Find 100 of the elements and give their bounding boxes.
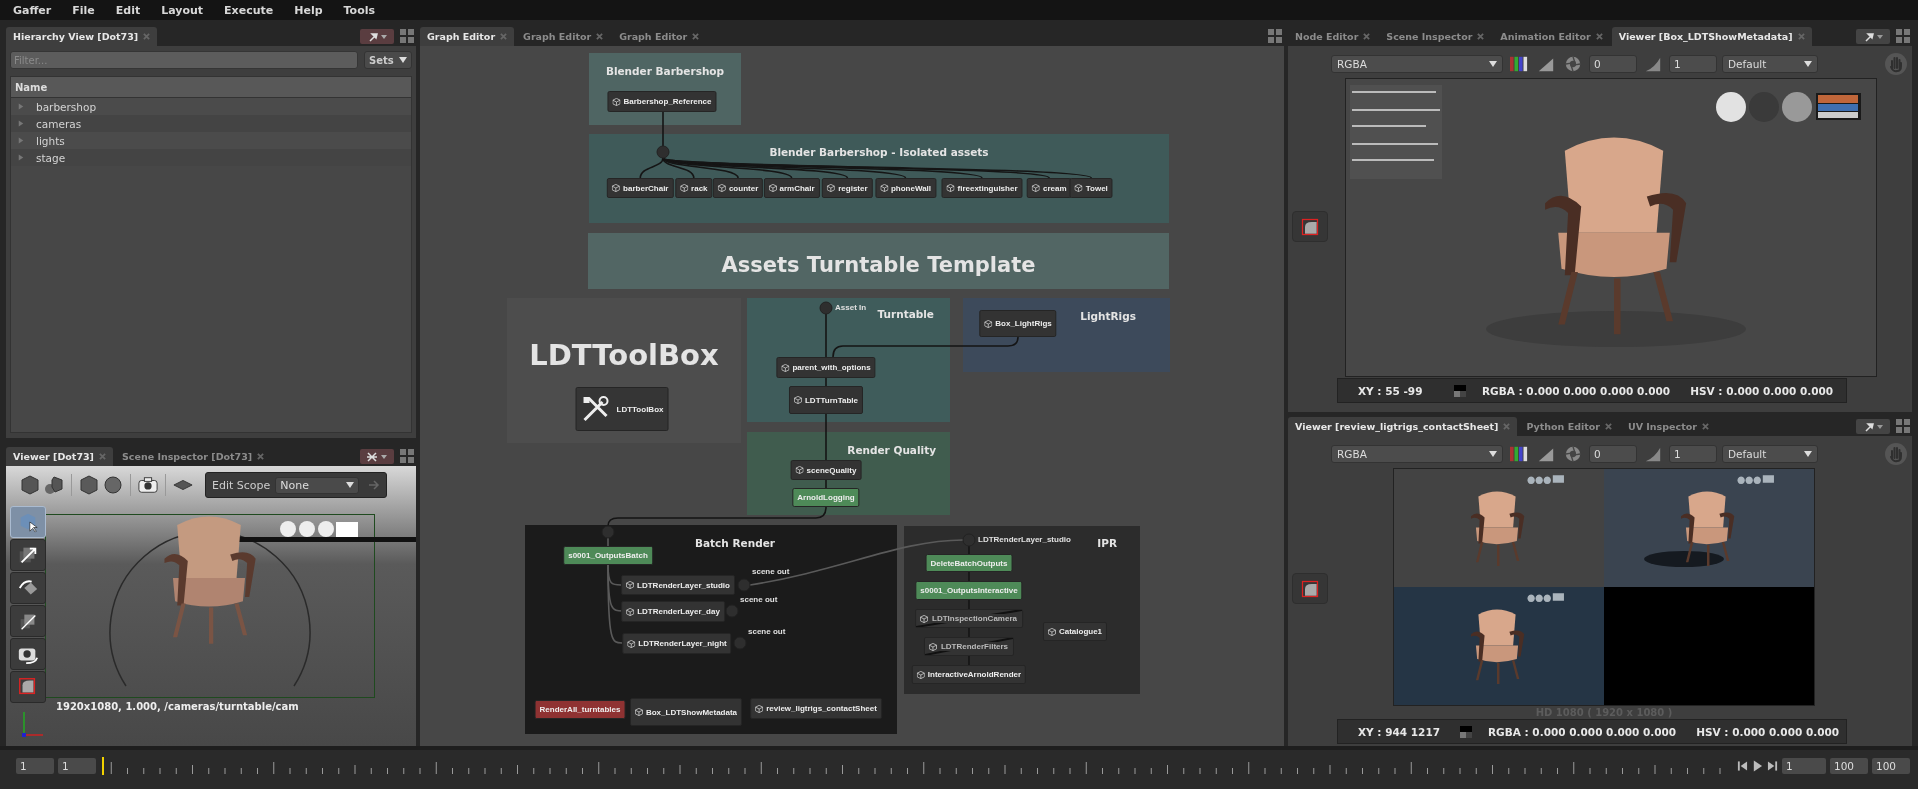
dot-node[interactable]: [819, 301, 833, 315]
tab[interactable]: UV Inspector: [1620, 417, 1716, 436]
close-icon[interactable]: [1477, 33, 1485, 40]
graph-node[interactable]: RenderAll_turntables: [534, 700, 626, 719]
close-icon[interactable]: [1701, 423, 1709, 430]
tab[interactable]: Viewer [review_ligtrigs_contactSheet]: [1288, 417, 1518, 436]
arrow-icon[interactable]: [368, 480, 381, 490]
tab[interactable]: Graph Editor: [612, 27, 707, 46]
cube-icon[interactable]: [20, 475, 40, 495]
graph-node[interactable]: LDTRenderLayer_day: [621, 601, 725, 622]
layout-icon[interactable]: [400, 449, 414, 463]
tab[interactable]: Animation Editor: [1493, 27, 1610, 46]
column-header[interactable]: Name: [11, 77, 411, 98]
graph-node[interactable]: counter: [712, 178, 764, 198]
graph-node[interactable]: review_ligtrigs_contactSheet: [750, 698, 882, 719]
translate-tool-button[interactable]: [10, 539, 46, 571]
tab[interactable]: Graph Editor: [516, 27, 611, 46]
menu-item[interactable]: Tools: [343, 3, 376, 17]
camera-icon[interactable]: [138, 475, 158, 495]
menu-item[interactable]: Edit: [115, 3, 141, 17]
dot-node[interactable]: [725, 604, 739, 618]
tree-row[interactable]: barbershop: [11, 98, 411, 115]
close-icon[interactable]: [1604, 423, 1612, 430]
menu-item[interactable]: Layout: [161, 3, 204, 17]
tab[interactable]: Scene Inspector: [1379, 27, 1492, 46]
graph-node[interactable]: phoneWall: [874, 178, 937, 198]
current-frame-field[interactable]: 1: [58, 757, 96, 774]
pin-button[interactable]: [1856, 419, 1890, 434]
close-icon[interactable]: [1363, 33, 1371, 40]
tab[interactable]: Viewer [Dot73]: [6, 447, 113, 466]
sets-dropdown[interactable]: Sets: [364, 51, 412, 69]
graph-node[interactable]: LDTRenderLayer_studio: [621, 575, 735, 595]
graph-node[interactable]: LDTToolBox: [575, 387, 669, 431]
close-icon[interactable]: [692, 33, 700, 40]
backdrop[interactable]: Assets Turntable Template: [588, 233, 1169, 289]
pin-button[interactable]: [360, 449, 394, 464]
graph-node[interactable]: ArnoldLogging: [792, 488, 860, 507]
scale-tool-button[interactable]: [10, 605, 46, 637]
tab[interactable]: Python Editor: [1519, 417, 1619, 436]
graph-node[interactable]: InteractiveArnoldRender: [911, 665, 1027, 684]
menu-item[interactable]: Help: [294, 3, 323, 17]
tab[interactable]: Node Editor: [1288, 27, 1378, 46]
dot-node[interactable]: [656, 145, 670, 159]
graph-node[interactable]: s0001_OutputsInteractive: [915, 581, 1023, 600]
channels-icon[interactable]: [1508, 445, 1530, 463]
tab[interactable]: Scene Inspector [Dot73]: [114, 447, 272, 466]
graph-node[interactable]: Box_LDTShowMetadata: [629, 698, 743, 726]
expand-icon[interactable]: [18, 137, 24, 144]
rotate-tool-button[interactable]: [10, 572, 46, 604]
tree-row[interactable]: lights: [11, 132, 411, 149]
graph-node[interactable]: armChair: [763, 178, 820, 198]
cube-icon[interactable]: [79, 475, 99, 495]
close-icon[interactable]: [1503, 423, 1511, 430]
gamma-field[interactable]: 1: [1669, 445, 1717, 463]
close-icon[interactable]: [500, 33, 508, 40]
graph-node[interactable]: Towel: [1069, 178, 1113, 198]
crop-tool-button[interactable]: [1292, 211, 1328, 242]
play-icon[interactable]: [1752, 758, 1763, 773]
dot-node[interactable]: [962, 533, 976, 547]
gamma-field[interactable]: 1: [1669, 55, 1717, 73]
channel-dropdown[interactable]: RGBA: [1331, 55, 1503, 73]
graph-node[interactable]: parent_with_options: [776, 357, 876, 378]
graph-node[interactable]: rack: [675, 178, 713, 198]
expand-icon[interactable]: [18, 103, 24, 110]
pin-button[interactable]: [1856, 29, 1890, 44]
graph-node[interactable]: Box_LightRigs: [979, 310, 1057, 337]
expand-icon[interactable]: [18, 120, 24, 127]
graph-node[interactable]: barberChair: [607, 178, 674, 198]
layout-icon[interactable]: [1268, 29, 1282, 43]
close-icon[interactable]: [1595, 33, 1603, 40]
close-icon[interactable]: [596, 33, 604, 40]
frame-field[interactable]: 1: [1782, 757, 1826, 774]
max-frame-field[interactable]: 100: [1872, 757, 1910, 774]
camera-tool-button[interactable]: [10, 638, 46, 670]
cube-sphere-icon[interactable]: [44, 475, 64, 495]
tab[interactable]: Viewer [Box_LDTShowMetadata]: [1611, 27, 1812, 46]
skip-end-icon[interactable]: [1767, 758, 1778, 773]
graph-node[interactable]: cream: [1027, 178, 1072, 198]
end-frame-field[interactable]: 100: [1830, 757, 1868, 774]
close-icon[interactable]: [1797, 33, 1805, 40]
menu-item[interactable]: File: [72, 3, 95, 17]
graph-node[interactable]: s0001_OutputsBatch: [563, 546, 653, 565]
channels-icon[interactable]: [1508, 55, 1530, 73]
exposure-field[interactable]: 0: [1589, 55, 1637, 73]
layout-icon[interactable]: [1896, 419, 1910, 433]
layout-icon[interactable]: [1896, 29, 1910, 43]
graph-node[interactable]: fireextinguisher: [941, 178, 1023, 198]
pin-button[interactable]: [360, 29, 394, 44]
crop-tool-button[interactable]: [1292, 573, 1328, 604]
graph-node[interactable]: sceneQuality: [790, 460, 862, 480]
close-icon[interactable]: [98, 453, 106, 460]
close-icon[interactable]: [143, 33, 151, 40]
hand-icon[interactable]: [1884, 52, 1908, 76]
expand-icon[interactable]: [18, 154, 24, 161]
tab[interactable]: Hierarchy View [Dot73]: [6, 27, 158, 46]
crop-tool-button[interactable]: [10, 671, 46, 703]
channel-dropdown[interactable]: RGBA: [1331, 445, 1503, 463]
menu-item[interactable]: Execute: [224, 3, 274, 17]
display-dropdown[interactable]: Default: [1722, 55, 1818, 73]
dot-node[interactable]: [737, 578, 751, 592]
